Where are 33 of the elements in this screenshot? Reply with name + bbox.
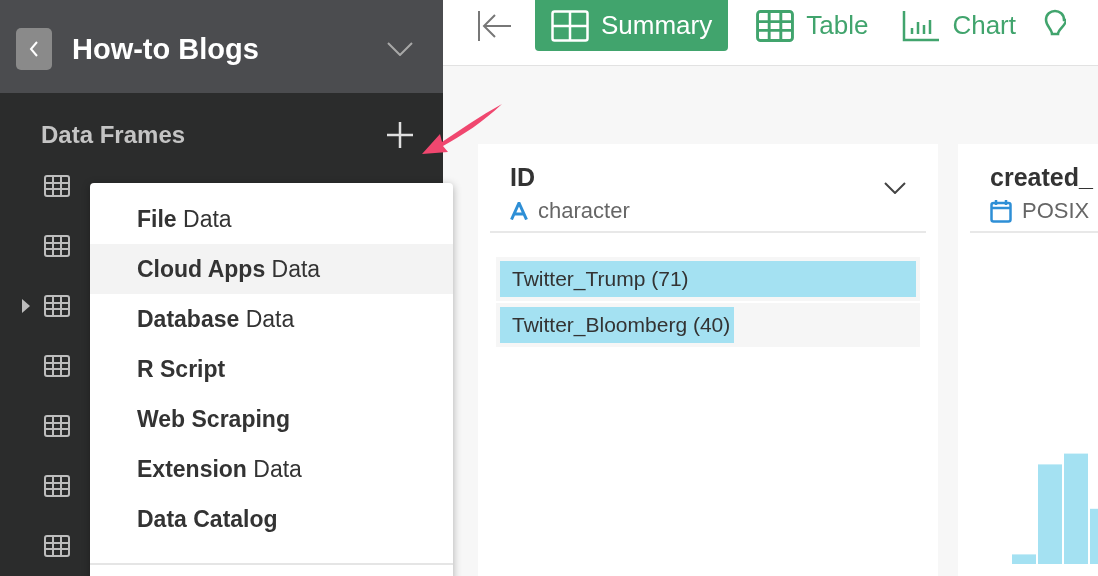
chevron-down-icon[interactable] [884, 182, 906, 194]
menu-item[interactable]: Extension Data [90, 444, 453, 494]
table-icon [44, 295, 70, 317]
expand-triangle-icon[interactable] [22, 299, 30, 313]
menu-item[interactable]: File Data [90, 194, 453, 244]
calendar-icon [990, 198, 1012, 223]
table-icon [44, 415, 70, 437]
letter-a-icon [510, 201, 528, 220]
menu-item[interactable]: Cloud Apps Data [90, 244, 453, 294]
table-icon [756, 9, 795, 42]
table-icon [44, 475, 70, 497]
chevron-left-icon [29, 41, 39, 57]
column-name: created_ [990, 162, 1093, 192]
project-title: How-to Blogs [72, 32, 259, 67]
table-icon [44, 535, 70, 557]
value-label: Twitter_Trump (71) [511, 266, 689, 293]
table-icon [44, 235, 70, 257]
table-icon [44, 355, 70, 377]
collapse-left-icon[interactable] [477, 10, 513, 42]
bar-chart-icon [902, 9, 941, 42]
column-type: POSIX [1022, 197, 1090, 225]
back-button[interactable] [16, 28, 52, 70]
column-name: ID [510, 162, 536, 192]
table-icon [44, 175, 70, 197]
plus-icon[interactable] [387, 122, 413, 149]
column-type: character [538, 197, 630, 225]
menu-item[interactable]: R Script [90, 344, 453, 394]
section-title: Data Frames [41, 120, 186, 151]
value-label: Twitter_Bloomberg (40) [511, 312, 731, 339]
quad-grid-icon [551, 9, 589, 42]
menu-item[interactable]: Web Scraping [90, 394, 453, 444]
menu-item[interactable]: Data Catalog [90, 494, 453, 544]
menu-item[interactable]: Database Data [90, 294, 453, 344]
